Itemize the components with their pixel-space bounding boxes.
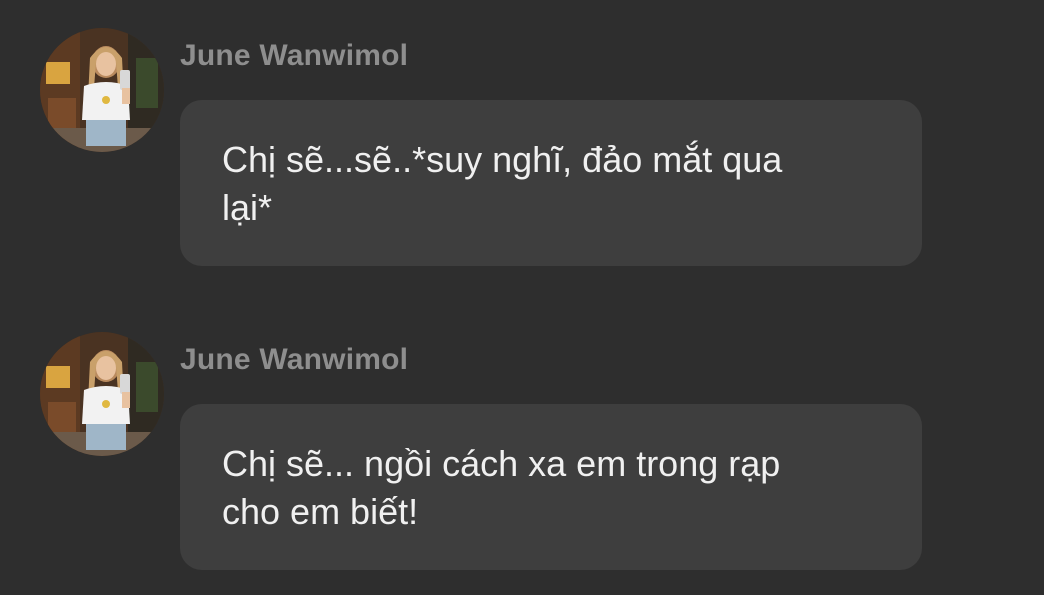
avatar[interactable] (40, 332, 164, 456)
message-text: Chị sẽ... ngồi cách xa em trong rạp cho … (222, 443, 781, 532)
sender-name: June Wanwimol (180, 343, 409, 376)
avatar[interactable] (40, 28, 164, 152)
profile-photo-icon (40, 28, 164, 152)
message-text: Chị sẽ...sẽ..*suy nghĩ, đảo mắt qua lại* (222, 139, 783, 228)
chat-thread: June Wanwimol Chị sẽ...sẽ..*suy nghĩ, đả… (0, 0, 1044, 595)
sender-name: June Wanwimol (180, 39, 409, 72)
profile-photo-icon (40, 332, 164, 456)
message-bubble[interactable]: Chị sẽ...sẽ..*suy nghĩ, đảo mắt qua lại* (180, 100, 922, 266)
message-bubble[interactable]: Chị sẽ... ngồi cách xa em trong rạp cho … (180, 404, 922, 570)
